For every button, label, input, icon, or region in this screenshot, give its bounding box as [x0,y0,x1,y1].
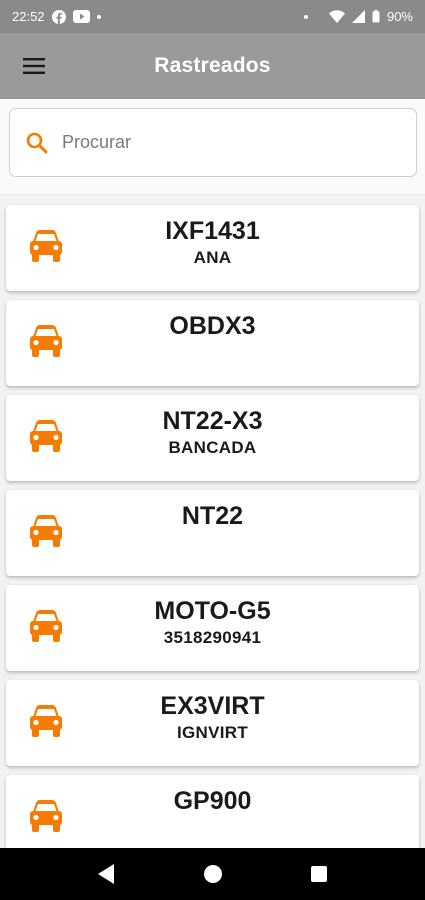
list-item-text: EX3VIRT IGNVIRT [76,690,349,744]
list-item[interactable]: GP900 [6,775,419,848]
car-icon [28,325,64,357]
battery-percent: 90% [386,9,413,24]
status-left: 22:52 [12,9,101,24]
page-title: Rastreados [154,54,271,77]
vehicle-plate: MOTO-G5 [154,597,271,625]
car-icon [28,705,64,737]
car-icon [28,515,64,547]
list-item[interactable]: NT22 [6,490,419,576]
home-icon[interactable] [201,862,225,886]
car-icon [28,800,64,832]
notification-dot-icon [96,14,101,19]
vehicle-label: 3518290941 [163,628,262,647]
list-item-text: NT22 [76,500,349,532]
list-item-text: GP900 [76,785,349,817]
list-item[interactable]: EX3VIRT IGNVIRT [6,680,419,766]
vehicle-plate: GP900 [173,787,252,815]
vehicle-plate: OBDX3 [169,312,256,340]
status-right: 90% [303,9,413,24]
list-item[interactable]: MOTO-G5 3518290941 [6,585,419,671]
vehicle-label: BANCADA [168,438,257,457]
system-nav-bar [0,848,425,900]
car-icon [28,420,64,452]
status-bar: 22:52 90% [0,0,425,33]
list-item-text: NT22-X3 BANCADA [76,405,349,459]
vehicle-list: IXF1431 ANA OBDX3 NT22-X3 BANCADA NT22 M… [0,195,425,848]
vehicle-plate: IXF1431 [165,217,260,245]
vehicle-plate: NT22-X3 [162,407,263,435]
battery-icon [372,10,380,23]
list-item[interactable]: NT22-X3 BANCADA [6,395,419,481]
menu-button[interactable] [14,47,54,85]
signal-icon [351,10,365,23]
vehicle-label: IGNVIRT [176,723,249,742]
status-time: 22:52 [12,9,45,24]
car-icon [28,230,64,262]
vehicle-label: ANA [193,248,232,267]
list-item-text: IXF1431 ANA [76,215,349,269]
app-bar: Rastreados [0,33,425,99]
hamburger-menu-icon [23,58,45,74]
list-item[interactable]: IXF1431 ANA [6,205,419,291]
vehicle-plate: EX3VIRT [160,692,265,720]
list-item[interactable]: OBDX3 [6,300,419,386]
facebook-icon [51,9,66,24]
vehicle-plate: NT22 [181,502,244,530]
car-icon [28,610,64,642]
list-item-text: OBDX3 [76,310,349,342]
back-icon[interactable] [94,862,118,886]
search-box[interactable] [9,108,417,177]
youtube-icon [72,10,90,23]
list-item-text: MOTO-G5 3518290941 [76,595,349,649]
search-section [0,99,425,195]
wifi-icon [328,10,345,23]
notification-dot-icon [303,14,308,19]
search-input[interactable] [62,132,362,153]
recents-icon[interactable] [307,862,331,886]
search-icon [26,132,48,154]
